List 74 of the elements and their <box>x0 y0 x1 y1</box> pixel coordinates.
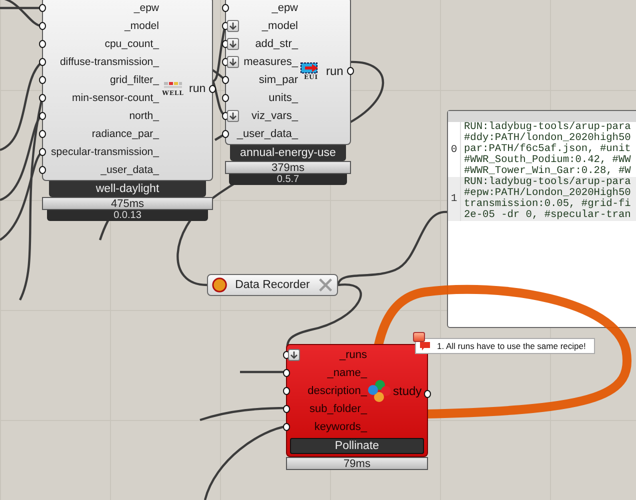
message-icon <box>419 341 431 351</box>
output-grip[interactable] <box>424 390 431 398</box>
output-label: study <box>393 384 422 398</box>
version-label: 0.5.7 <box>228 174 348 185</box>
input-grip[interactable] <box>39 22 46 30</box>
input-grip[interactable] <box>39 76 46 84</box>
component-body[interactable]: _runs _name_ description_ sub_folder_ keywords_ study Pollinate <box>286 344 428 457</box>
input-label: _user_data_ <box>100 164 159 176</box>
pinwheel-icon <box>367 379 391 403</box>
input-label: sim_par <box>258 74 298 86</box>
input-label: units_ <box>268 92 298 104</box>
timing-label: 79ms <box>286 457 428 470</box>
input-label: _epw <box>134 2 159 14</box>
output-label: run <box>189 83 206 95</box>
input-label: add_str_ <box>255 38 298 50</box>
data-recorder-node[interactable]: Data Recorder <box>207 274 338 296</box>
timing-label: 475ms <box>42 197 213 210</box>
panel-text-line: RUN:ladybug-tools/arup-para <box>464 122 631 133</box>
component-name-bar: well-daylight <box>48 181 206 197</box>
input-grip[interactable] <box>283 423 290 431</box>
input-grip[interactable] <box>283 369 290 377</box>
panel-text-line: #ddy:PATH/london_2020high50 <box>464 133 631 144</box>
input-grip[interactable] <box>39 112 46 120</box>
input-grip[interactable] <box>283 405 290 413</box>
input-label: specular-transmission_ <box>51 146 159 158</box>
input-grip[interactable] <box>222 76 229 84</box>
input-label: sub_folder_ <box>310 403 367 415</box>
input-label: _name_ <box>327 367 367 379</box>
panel-text-line: 2e-05 -dr 0, #specular-tran <box>464 210 631 221</box>
input-grip[interactable] <box>39 130 46 138</box>
input-label: keywords_ <box>314 421 367 433</box>
output-label: run <box>326 64 344 78</box>
panel-text-line: transmission:0.05, #grid-fi <box>464 199 631 210</box>
input-label: grid_filter_ <box>110 74 159 86</box>
panel-text-line: par:PATH/f6c5af.json, #unit <box>464 144 631 155</box>
input-label: measures_ <box>244 56 298 68</box>
balloon-icon[interactable] <box>413 332 425 342</box>
input-label: radiance_par_ <box>92 128 159 140</box>
recorder-label: Data Recorder <box>235 279 310 291</box>
message-text: 1. All runs have to use the same recipe! <box>437 341 586 351</box>
input-label: _runs <box>339 349 367 361</box>
input-label: min-sensor-count_ <box>72 92 159 104</box>
input-grip[interactable] <box>39 94 46 102</box>
output-grip[interactable] <box>209 85 216 93</box>
input-grip[interactable] <box>39 166 46 174</box>
input-grip[interactable] <box>39 4 46 12</box>
panel-text-line: #epw:PATH/London_2020High50 <box>464 188 631 199</box>
version-label: 0.0.13 <box>47 210 208 221</box>
output-grip[interactable] <box>347 67 354 75</box>
input-label: _user_data_ <box>236 128 298 140</box>
input-label: _model <box>262 20 298 32</box>
input-grip[interactable] <box>222 94 229 102</box>
input-grip[interactable] <box>39 148 46 156</box>
row-index: 1 <box>448 177 461 221</box>
component-name-bar: annual-energy-use <box>230 145 346 161</box>
panel-text-line: #WWR_South_Podium:0.42, #WW <box>464 155 631 166</box>
timing-label: 379ms <box>225 161 351 174</box>
record-icon <box>212 277 228 293</box>
input-label: description_ <box>308 385 367 397</box>
input-grip[interactable] <box>222 130 229 138</box>
input-grip[interactable] <box>39 40 46 48</box>
input-grip[interactable] <box>222 4 229 12</box>
input-label: cpu_count_ <box>104 38 159 50</box>
input-label: _model <box>124 20 159 32</box>
panel-text-line: #WWR_Tower_Win_Gar:0.28, #W <box>464 166 631 177</box>
input-label: viz_vars_ <box>252 110 298 122</box>
cross-icon[interactable] <box>318 277 333 293</box>
input-grip[interactable] <box>39 58 46 66</box>
input-label: diffuse-transmission_ <box>60 56 159 68</box>
input-label: north_ <box>129 110 159 122</box>
input-grip[interactable] <box>283 387 290 395</box>
input-label: _epw <box>272 2 298 14</box>
component-name-bar: Pollinate <box>290 438 424 454</box>
panel-text-line: RUN:ladybug-tools/arup-para <box>464 177 631 188</box>
